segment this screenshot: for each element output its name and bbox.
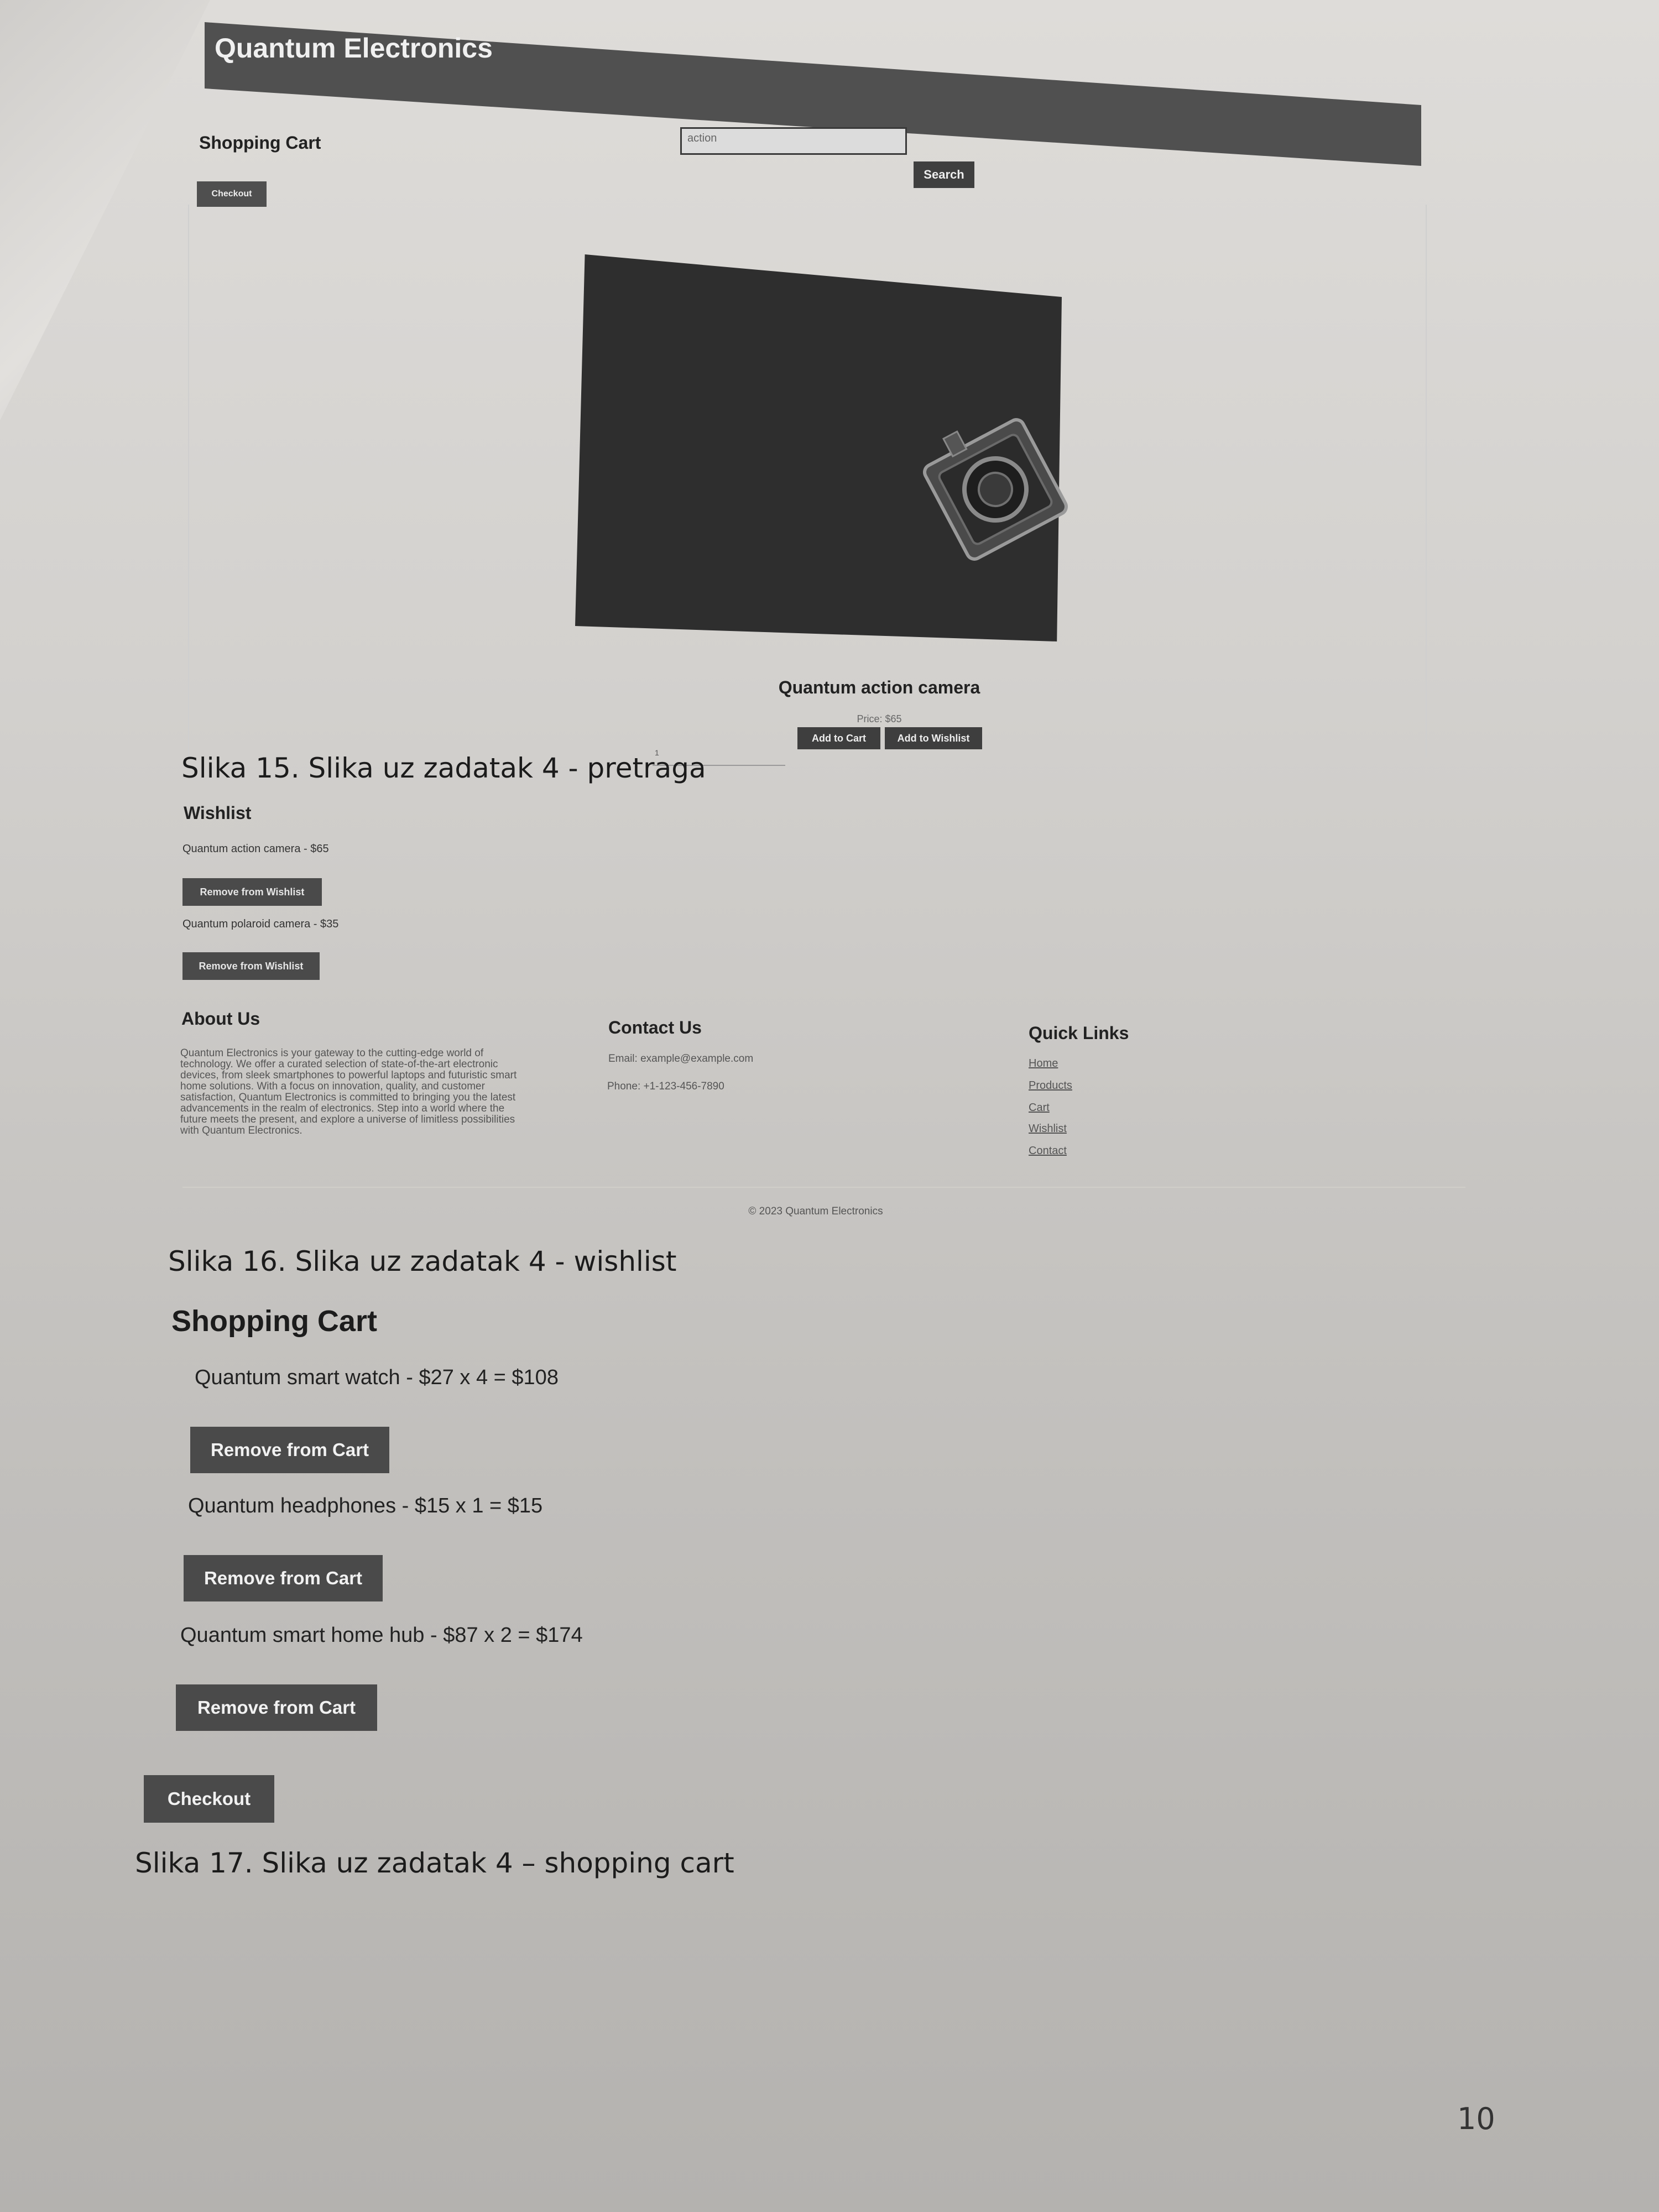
- checkout-button[interactable]: Checkout: [197, 181, 267, 207]
- remove-from-wishlist-button[interactable]: Remove from Wishlist: [182, 952, 320, 980]
- caption-cart: Slika 17. Slika uz zadatak 4 – shopping …: [135, 1847, 734, 1879]
- cart-item: Quantum smart watch - $27 x 4 = $108: [195, 1366, 559, 1389]
- cart-item: Quantum smart home hub - $87 x 2 = $174: [180, 1624, 583, 1647]
- link-cart[interactable]: Cart: [1029, 1102, 1050, 1114]
- search-screenshot: Quantum Electronics Shopping Cart Checko…: [188, 22, 1427, 766]
- wishlist-item: Quantum action camera - $65: [182, 843, 329, 855]
- remove-from-wishlist-button[interactable]: Remove from Wishlist: [182, 878, 322, 906]
- about-us-text: Quantum Electronics is your gateway to t…: [180, 1047, 517, 1136]
- search-button[interactable]: Search: [914, 161, 974, 188]
- page-fold: [0, 0, 210, 420]
- quick-links-heading: Quick Links: [1029, 1023, 1129, 1043]
- contact-email: Email: example@example.com: [608, 1053, 754, 1065]
- remove-from-cart-button[interactable]: Remove from Cart: [176, 1684, 377, 1731]
- shopping-cart-title: Shopping Cart: [171, 1305, 377, 1338]
- link-home[interactable]: Home: [1029, 1057, 1058, 1070]
- document-page: Quantum Electronics Shopping Cart Checko…: [0, 0, 1659, 2212]
- product-price: Price: $65: [857, 713, 902, 724]
- site-title[interactable]: Quantum Electronics: [215, 32, 493, 64]
- page-number: 10: [1457, 2101, 1495, 2136]
- wishlist-item: Quantum polaroid camera - $35: [182, 918, 339, 930]
- link-wishlist[interactable]: Wishlist: [1029, 1123, 1067, 1135]
- link-contact[interactable]: Contact: [1029, 1145, 1067, 1157]
- wishlist-heading: Wishlist: [184, 803, 252, 823]
- remove-from-cart-button[interactable]: Remove from Cart: [184, 1555, 383, 1601]
- copyright: © 2023 Quantum Electronics: [748, 1206, 883, 1217]
- link-products[interactable]: Products: [1029, 1079, 1072, 1092]
- add-to-wishlist-button[interactable]: Add to Wishlist: [885, 727, 982, 749]
- footer-divider: [182, 1187, 1465, 1188]
- product-name: Quantum action camera: [778, 677, 980, 697]
- cart-item: Quantum headphones - $15 x 1 = $15: [188, 1494, 543, 1517]
- checkout-button[interactable]: Checkout: [144, 1775, 274, 1823]
- search-input[interactable]: action: [680, 127, 907, 155]
- caption-search: Slika 15. Slika uz zadatak 4 - pretraga: [181, 752, 706, 784]
- contact-us-heading: Contact Us: [608, 1018, 702, 1037]
- caption-wishlist: Slika 16. Slika uz zadatak 4 - wishlist: [168, 1245, 677, 1277]
- remove-from-cart-button[interactable]: Remove from Cart: [190, 1427, 389, 1473]
- contact-phone: Phone: +1-123-456-7890: [607, 1081, 724, 1092]
- about-us-heading: About Us: [181, 1009, 260, 1029]
- add-to-cart-button[interactable]: Add to Cart: [797, 727, 880, 749]
- shopping-cart-heading: Shopping Cart: [199, 133, 321, 153]
- camera-icon: [923, 418, 1068, 561]
